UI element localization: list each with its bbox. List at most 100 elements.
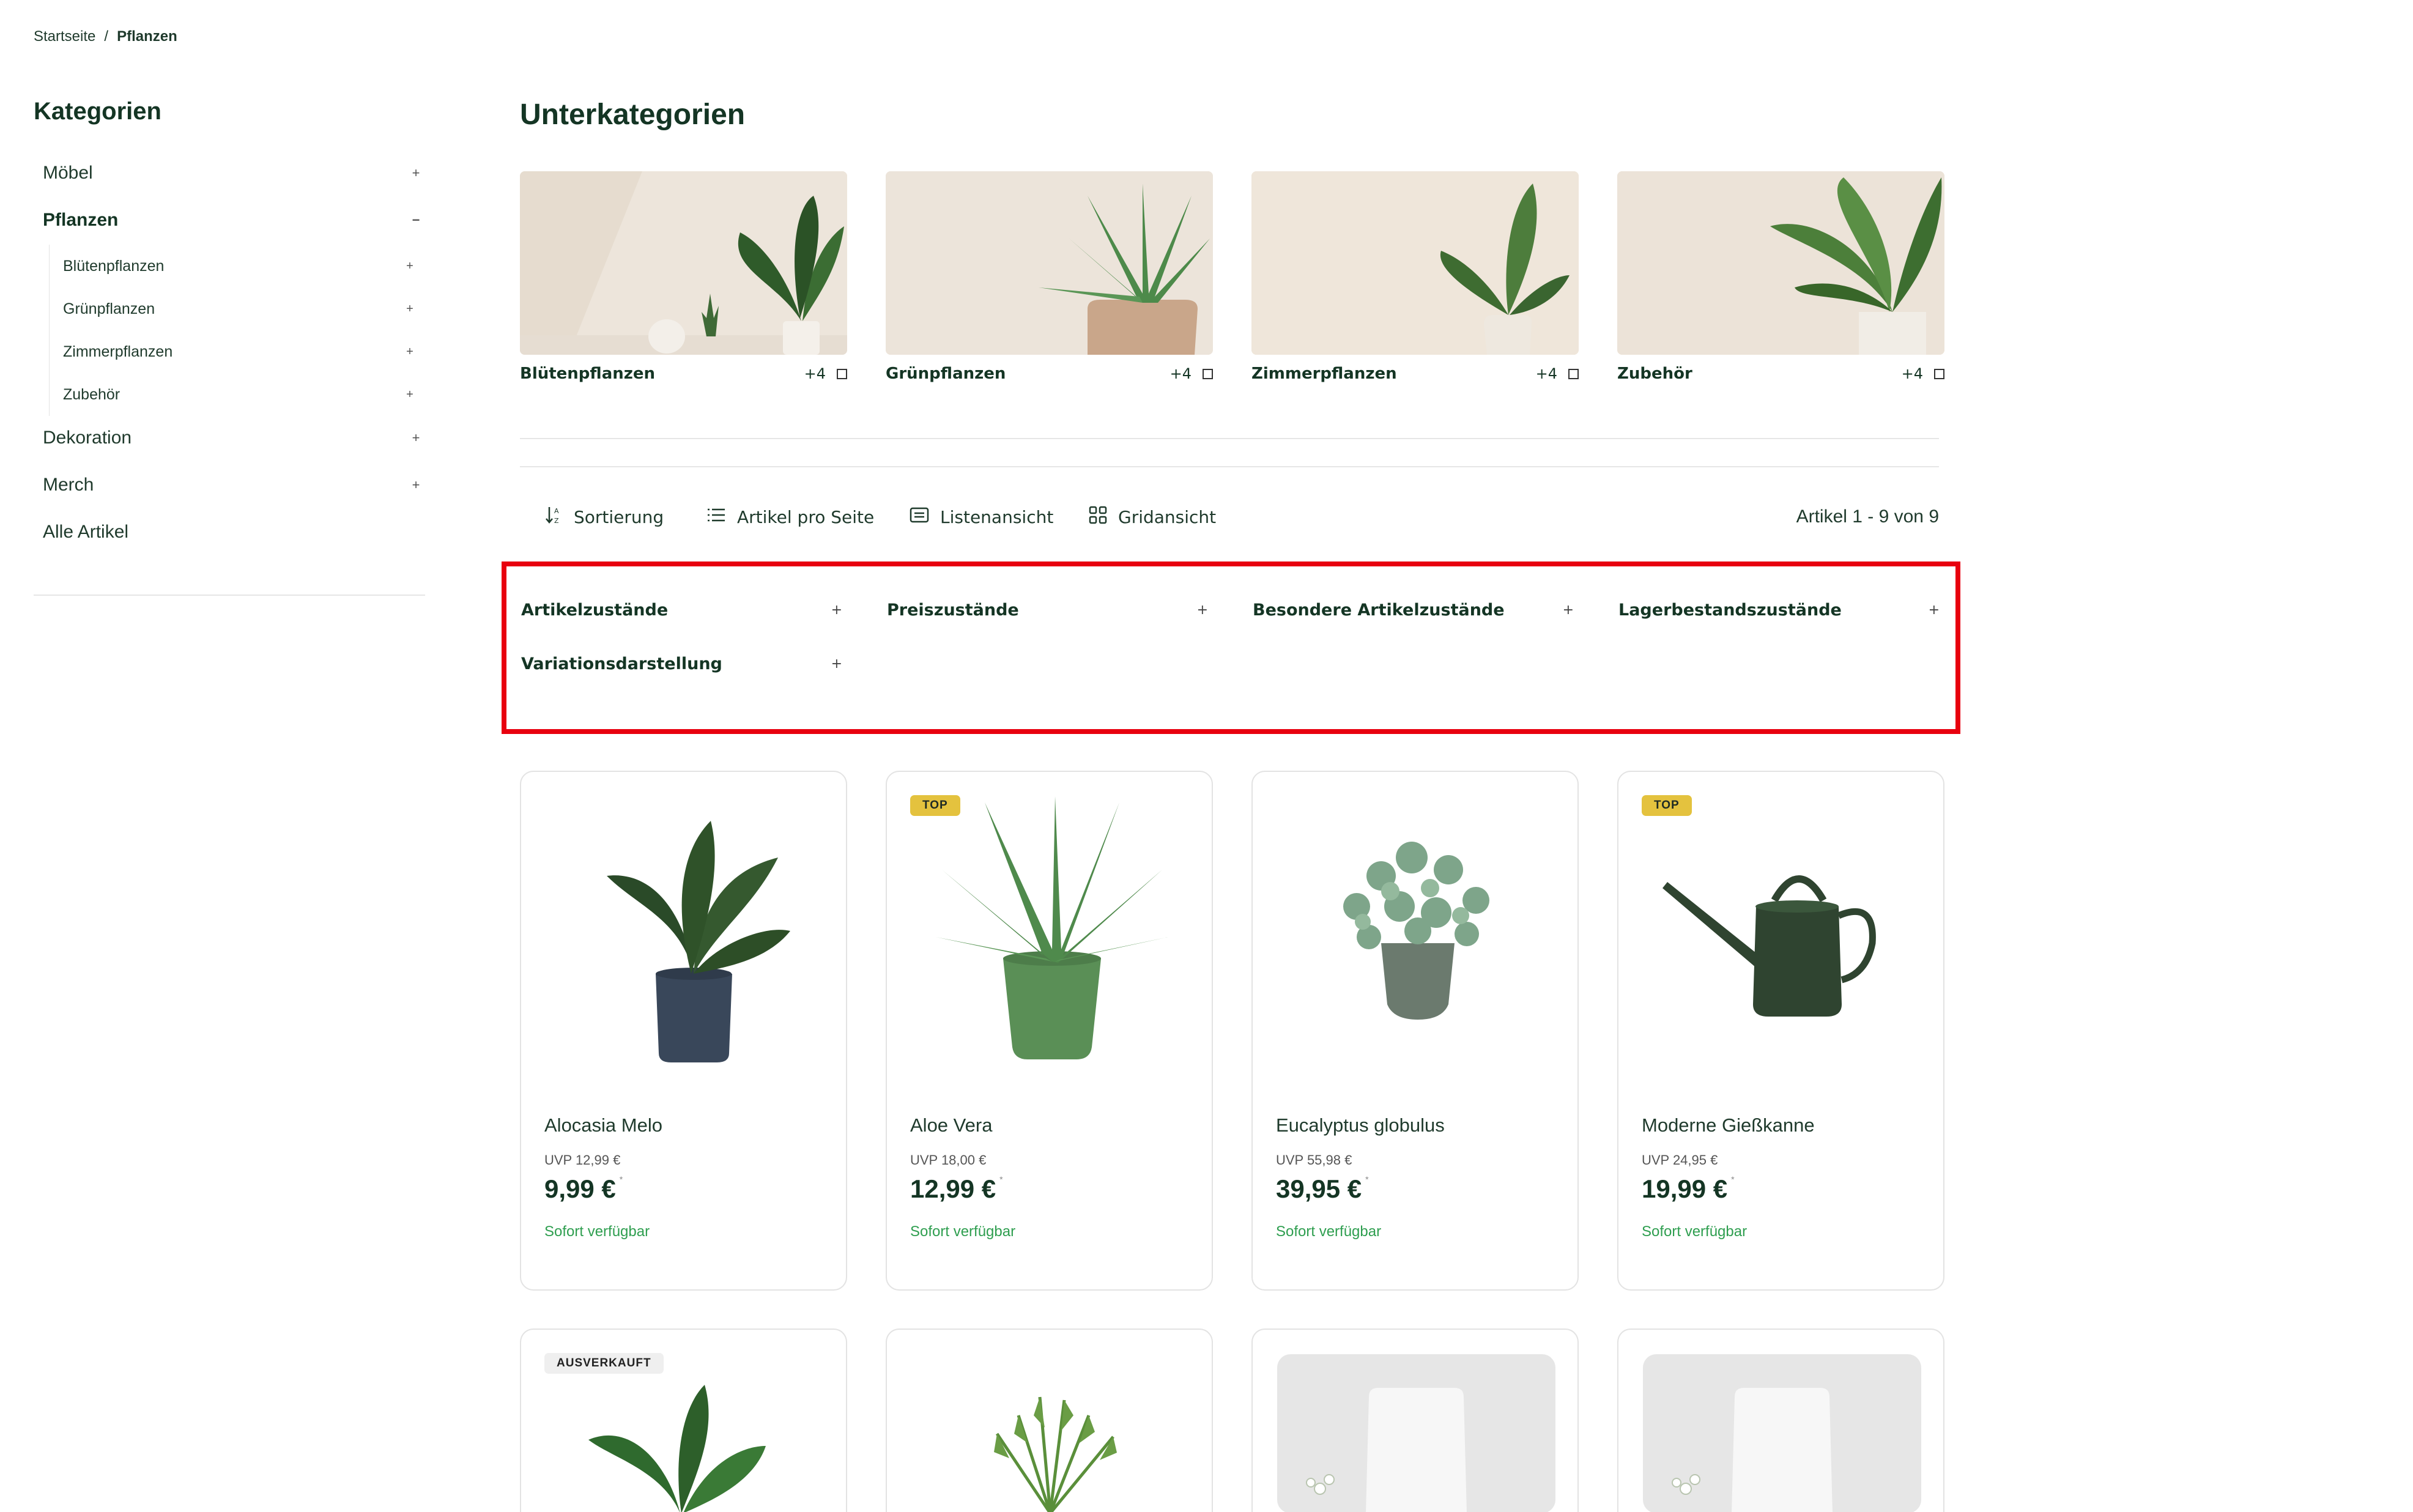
product-image[interactable]: [1253, 1330, 1579, 1512]
price-value: 9,99 €: [544, 1174, 616, 1203]
product-image[interactable]: [1265, 784, 1568, 1078]
sort-button[interactable]: AZ Sortierung: [544, 505, 664, 529]
product-availability: Sofort verfügbar: [910, 1223, 1016, 1240]
price-footnote: *: [1365, 1174, 1369, 1184]
product-uvp: UVP 55,98 €: [1276, 1152, 1352, 1168]
square-icon[interactable]: [837, 368, 847, 379]
product-card[interactable]: AUSVERKAUFT: [520, 1329, 847, 1512]
filter-panel: [502, 561, 1960, 734]
expand-icon[interactable]: +: [401, 388, 419, 402]
expand-icon[interactable]: +: [831, 656, 848, 672]
subcategory-tile[interactable]: Grünpflanzen +4: [886, 171, 1213, 383]
filter-artikelzustaende[interactable]: Artikelzustände +: [521, 601, 848, 620]
expand-icon[interactable]: +: [1563, 602, 1580, 618]
filter-label: Preiszustände: [887, 601, 1019, 620]
product-card[interactable]: [1251, 1329, 1579, 1512]
product-card[interactable]: [1617, 1329, 1944, 1512]
expand-icon[interactable]: +: [407, 477, 425, 493]
product-image[interactable]: [1631, 784, 1933, 1078]
list-view-button[interactable]: Listenansicht: [910, 505, 1053, 529]
list-view-icon: [910, 506, 929, 528]
subcategory-image[interactable]: [1251, 171, 1579, 355]
subcategory-image[interactable]: [886, 171, 1213, 355]
sidebar-item-alle-artikel[interactable]: Alle Artikel: [43, 514, 425, 550]
sidebar-item-label: Alle Artikel: [43, 522, 129, 542]
collapse-icon[interactable]: −: [407, 212, 425, 228]
price-value: 12,99 €: [910, 1174, 996, 1203]
product-availability: Sofort verfügbar: [1642, 1223, 1748, 1240]
subcategory-image[interactable]: [1617, 171, 1944, 355]
product-card[interactable]: Eucalyptus globulus UVP 55,98 € 39,95 € *…: [1251, 771, 1579, 1291]
sidebar-item-pflanzen[interactable]: Pflanzen −: [43, 202, 425, 239]
sidebar-subitem-label: Grünpflanzen: [63, 300, 155, 317]
subcategory-extra-count: +4: [1169, 365, 1192, 382]
badge-top: TOP: [910, 795, 960, 816]
sidebar-divider: [34, 595, 425, 596]
product-uvp: UVP 18,00 €: [910, 1152, 987, 1168]
badge-sold-out: AUSVERKAUFT: [544, 1353, 664, 1374]
section-divider: [520, 466, 1939, 467]
product-card[interactable]: Alocasia Melo UVP 12,99 € 9,99 € * Sofort…: [520, 771, 847, 1291]
breadcrumb: Startseite / Pflanzen: [34, 28, 177, 45]
badge-top: TOP: [1642, 795, 1692, 816]
product-availability: Sofort verfügbar: [1276, 1223, 1382, 1240]
product-name[interactable]: Moderne Gießkanne: [1642, 1114, 1815, 1136]
expand-icon[interactable]: +: [1929, 602, 1946, 618]
expand-icon[interactable]: +: [401, 259, 419, 273]
product-image[interactable]: [899, 784, 1202, 1078]
expand-icon[interactable]: +: [831, 602, 848, 618]
product-availability: Sofort verfügbar: [544, 1223, 650, 1240]
sidebar-subitem-label: Zubehör: [63, 385, 120, 403]
article-count: Artikel 1 - 9 von 9: [1796, 506, 1939, 527]
filter-lagerbestandszustaende[interactable]: Lagerbestandszustände +: [1618, 601, 1946, 620]
expand-icon[interactable]: +: [1197, 602, 1214, 618]
square-icon[interactable]: [1934, 368, 1944, 379]
sidebar-item-label: Merch: [43, 475, 94, 495]
filter-variationsdarstellung[interactable]: Variationsdarstellung +: [521, 654, 848, 673]
expand-icon[interactable]: +: [401, 345, 419, 359]
list-icon: [706, 506, 726, 528]
product-card[interactable]: TOP Aloe Vera UVP 18,00 € 12,99 € * Sofor…: [886, 771, 1213, 1291]
page-title: Unterkategorien: [520, 98, 746, 131]
product-price: 12,99 € *: [910, 1174, 1003, 1204]
sidebar-subitem-gruenpflanzen[interactable]: Grünpflanzen +: [49, 287, 419, 330]
product-name[interactable]: Aloe Vera: [910, 1114, 992, 1136]
square-icon[interactable]: [1568, 368, 1579, 379]
filter-preiszustaende[interactable]: Preiszustände +: [887, 601, 1214, 620]
price-value: 39,95 €: [1276, 1174, 1362, 1203]
per-page-button[interactable]: Artikel pro Seite: [706, 505, 874, 529]
expand-icon[interactable]: +: [401, 302, 419, 316]
sidebar-item-dekoration[interactable]: Dekoration +: [43, 420, 425, 456]
product-card[interactable]: [886, 1329, 1213, 1512]
price-footnote: *: [999, 1174, 1003, 1184]
subcategory-tile[interactable]: Zubehör +4: [1617, 171, 1944, 383]
subcategory-extra-count: +4: [804, 365, 826, 382]
product-uvp: UVP 12,99 €: [544, 1152, 621, 1168]
sidebar-subitem-zubehoer[interactable]: Zubehör +: [49, 373, 419, 416]
product-name[interactable]: Alocasia Melo: [544, 1114, 662, 1136]
breadcrumb-home[interactable]: Startseite: [34, 28, 95, 45]
price-value: 19,99 €: [1642, 1174, 1728, 1203]
subcategory-image[interactable]: [520, 171, 847, 355]
sidebar-item-moebel[interactable]: Möbel +: [43, 155, 425, 191]
product-image[interactable]: [1618, 1330, 1944, 1512]
breadcrumb-current: Pflanzen: [117, 28, 177, 45]
sidebar-subitem-zimmerpflanzen[interactable]: Zimmerpflanzen +: [49, 330, 419, 373]
sidebar-item-merch[interactable]: Merch +: [43, 467, 425, 503]
product-price: 19,99 € *: [1642, 1174, 1735, 1204]
product-card[interactable]: TOP Moderne Gießkanne UVP 24,95 € 19,99 …: [1617, 771, 1944, 1291]
expand-icon[interactable]: +: [407, 165, 425, 181]
filter-label: Lagerbestandszustände: [1618, 601, 1842, 620]
product-name[interactable]: Eucalyptus globulus: [1276, 1114, 1445, 1136]
subcategory-name: Grünpflanzen: [886, 365, 1006, 383]
product-price: 39,95 € *: [1276, 1174, 1369, 1204]
grid-view-button[interactable]: Gridansicht: [1089, 505, 1216, 529]
filter-besondere-artikelzustaende[interactable]: Besondere Artikelzustände +: [1253, 601, 1580, 620]
subcategory-tile[interactable]: Zimmerpflanzen +4: [1251, 171, 1579, 383]
subcategory-tile[interactable]: Blütenpflanzen +4: [520, 171, 847, 383]
square-icon[interactable]: [1203, 368, 1213, 379]
expand-icon[interactable]: +: [407, 430, 425, 446]
sidebar-subitem-bluetenpflanzen[interactable]: Blütenpflanzen +: [49, 245, 419, 287]
product-image[interactable]: [533, 784, 836, 1078]
product-image[interactable]: [887, 1330, 1213, 1512]
